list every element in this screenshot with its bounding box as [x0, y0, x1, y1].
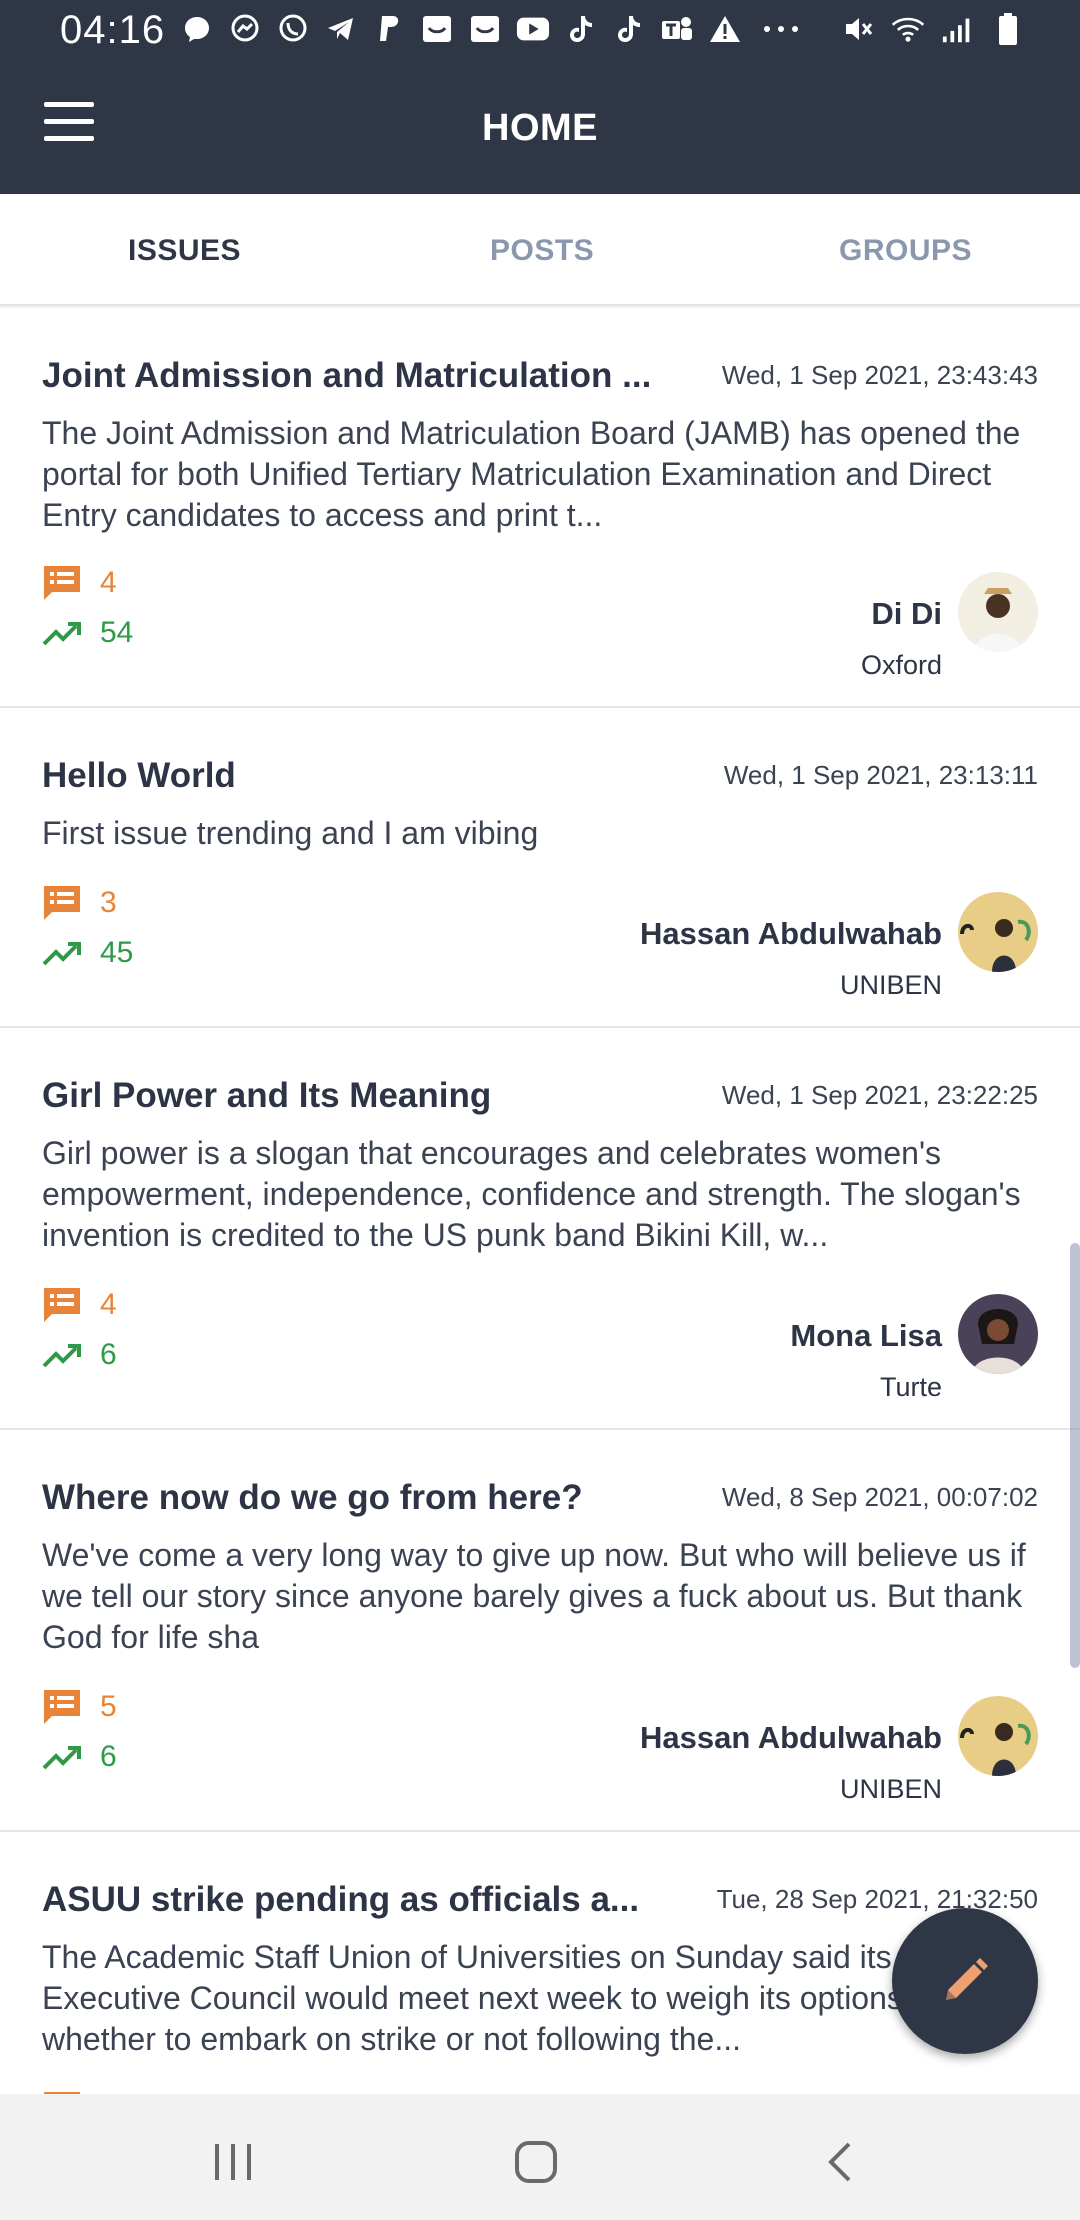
author-school: UNIBEN	[839, 1774, 942, 1804]
trend-count: 6	[42, 1740, 117, 1774]
comments-count: 3	[42, 884, 117, 922]
whatsapp-icon	[276, 12, 310, 46]
telegram-icon	[324, 12, 358, 46]
home-icon	[515, 2141, 557, 2183]
tab-bar: ISSUES POSTS GROUPS	[0, 194, 1080, 306]
tab-groups[interactable]: GROUPS	[839, 234, 972, 268]
avatar[interactable]	[958, 572, 1038, 652]
back-icon	[828, 2142, 851, 2182]
issue-title: Girl Power and Its Meaning	[42, 1076, 492, 1115]
scrollbar[interactable]	[1070, 1243, 1080, 1668]
avatar[interactable]	[958, 1696, 1038, 1776]
trend-count: 6	[42, 1338, 117, 1372]
author-school: UNIBEN	[839, 970, 942, 1000]
comments-icon	[44, 1690, 80, 1724]
chat-bubble-icon	[180, 12, 214, 46]
more-dots-icon	[756, 12, 806, 46]
avatar[interactable]	[958, 892, 1038, 972]
trending-up-icon	[42, 1344, 81, 1368]
author-name[interactable]: Hassan Abdulwahab	[640, 916, 942, 952]
comments-icon	[44, 566, 80, 600]
teams-icon	[660, 12, 694, 46]
compose-button[interactable]	[892, 1908, 1038, 2054]
issue-date: Wed, 1 Sep 2021, 23:43:43	[721, 360, 1038, 390]
home-button[interactable]	[506, 2132, 566, 2192]
issue-date: Wed, 1 Sep 2021, 23:22:25	[721, 1080, 1038, 1110]
battery-icon	[991, 12, 1025, 46]
system-icons	[841, 12, 1025, 46]
comments-icon	[44, 1288, 80, 1322]
trend-count: 54	[42, 616, 133, 650]
warning-icon	[708, 12, 742, 46]
comments-icon	[44, 886, 80, 920]
trending-up-icon	[42, 1746, 81, 1770]
issue-card[interactable]: Hello World Wed, 1 Sep 2021, 23:13:11 Fi…	[0, 708, 1080, 1028]
paypal-icon	[372, 12, 406, 46]
issue-title: Joint Admission and Matriculation ...	[42, 356, 652, 395]
author-school: Oxford	[860, 650, 942, 680]
status-time: 04:16	[60, 8, 166, 52]
issue-title: Hello World	[42, 756, 236, 795]
status-bar: 04:16	[0, 0, 1080, 62]
signal-icon	[941, 12, 975, 46]
comments-count: 5	[42, 1688, 117, 1726]
tab-issues[interactable]: ISSUES	[128, 234, 241, 268]
pencil-icon	[946, 1958, 988, 2000]
issue-body: First issue trending and I am vibing	[42, 815, 539, 851]
issue-body: The Joint Admission and Matriculation Bo…	[42, 415, 1021, 533]
mute-icon	[841, 12, 875, 46]
tab-posts[interactable]: POSTS	[490, 234, 594, 268]
author-name[interactable]: Di Di	[871, 596, 942, 632]
recent-apps-button[interactable]	[203, 2132, 263, 2192]
issue-card[interactable]: Joint Admission and Matriculation ... We…	[0, 308, 1080, 708]
comments-count: 4	[42, 1286, 117, 1324]
inbox-icon	[420, 12, 454, 46]
messenger-icon	[228, 12, 262, 46]
issue-body: Girl power is a slogan that encourages a…	[42, 1135, 1021, 1253]
wifi-icon	[891, 12, 925, 46]
author-school: Turte	[879, 1372, 942, 1402]
avatar[interactable]	[958, 1294, 1038, 1374]
app-bar: HOME	[0, 62, 1080, 194]
trending-up-icon	[42, 622, 81, 646]
comments-count: 4	[42, 564, 117, 602]
page-title: HOME	[482, 107, 598, 149]
issue-body: We've come a very long way to give up no…	[42, 1537, 1026, 1655]
issue-card[interactable]: Girl Power and Its Meaning Wed, 1 Sep 20…	[0, 1028, 1080, 1430]
trend-count: 45	[42, 936, 133, 970]
author-name[interactable]: Mona Lisa	[790, 1318, 942, 1354]
issue-date: Tue, 28 Sep 2021, 21:32:50	[716, 1884, 1038, 1914]
youtube-icon	[516, 12, 550, 46]
tiktok-icon	[564, 12, 598, 46]
trending-up-icon	[42, 942, 81, 966]
author-name[interactable]: Hassan Abdulwahab	[640, 1720, 942, 1756]
issue-card[interactable]: Where now do we go from here? Wed, 8 Sep…	[0, 1430, 1080, 1832]
inbox-icon	[468, 12, 502, 46]
recent-apps-icon	[215, 2144, 251, 2180]
system-nav-bar	[0, 2094, 1080, 2220]
notification-icons	[180, 12, 806, 46]
issue-date: Wed, 1 Sep 2021, 23:13:11	[723, 760, 1038, 790]
issue-body: The Academic Staff Union of Universities…	[42, 1939, 1018, 2057]
issue-title: Where now do we go from here?	[42, 1478, 583, 1517]
issues-list: Joint Admission and Matriculation ... We…	[0, 308, 1080, 2094]
back-button[interactable]	[810, 2132, 870, 2192]
issue-date: Wed, 8 Sep 2021, 00:07:02	[721, 1482, 1038, 1512]
tiktok-icon	[612, 12, 646, 46]
issue-title: ASUU strike pending as officials a...	[42, 1880, 640, 1919]
